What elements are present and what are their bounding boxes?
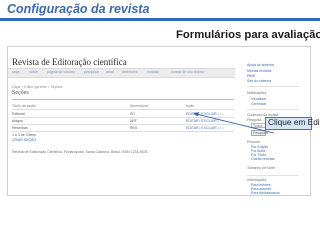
journal-footer: Revista de Editoração Científica, Floria… bbox=[12, 150, 149, 154]
edit-section-actions[interactable]: EDITAR | EXCLUIR | ↑ ↓ bbox=[186, 119, 224, 123]
column-header-abbrev: Abreviatura bbox=[130, 104, 148, 108]
edit-section-actions[interactable]: EDITAR | EXCLUIR | ↑ ↓ bbox=[186, 112, 224, 116]
notifications-heading: Notificações bbox=[247, 91, 267, 95]
journal-title: Revista de Editoração científica bbox=[12, 57, 127, 67]
search-scope-value: Todos bbox=[253, 124, 263, 128]
slide-title: Configuração da revista bbox=[7, 2, 150, 16]
nav-item-archives[interactable]: anteriores bbox=[122, 70, 138, 74]
nav-bar: capa sobre página do usuário pesquisar a… bbox=[8, 68, 235, 78]
table-row-title: Artigos bbox=[12, 119, 23, 123]
table-divider bbox=[12, 124, 234, 125]
other-journals-link[interactable]: Outras revistas bbox=[251, 157, 275, 161]
heading-divider bbox=[12, 99, 234, 100]
slide-subtitle: Formulários para avaliação bbox=[176, 29, 320, 41]
table-row-title: Editorial bbox=[12, 112, 25, 116]
breadcrumb: Capa > Editor-gerente > Seções bbox=[12, 85, 63, 89]
table-row-abbrev: RES bbox=[130, 126, 138, 130]
sidebar-divider bbox=[247, 86, 299, 87]
profile-link[interactable]: Perfil bbox=[247, 74, 255, 78]
edit-section-actions[interactable]: EDITAR | EXCLUIR | ↑ ↓ bbox=[186, 126, 224, 130]
notifications-manage-link[interactable]: Gerenciar bbox=[251, 102, 266, 106]
nav-item-user-home[interactable]: página do usuário bbox=[47, 70, 75, 74]
table-divider bbox=[12, 109, 234, 110]
column-header-action: Ação bbox=[186, 104, 194, 108]
sidebar-divider bbox=[247, 109, 299, 110]
info-librarians-link[interactable]: Para bibliotecários bbox=[251, 191, 280, 195]
help-link[interactable]: Ajuda do sistema bbox=[247, 63, 274, 67]
sidebar-divider bbox=[247, 175, 299, 176]
logout-link[interactable]: Sair do sistema bbox=[247, 79, 271, 83]
table-row-abbrev: ED bbox=[130, 112, 135, 116]
information-heading: Informações bbox=[247, 178, 267, 182]
slide-title-rule bbox=[0, 18, 320, 21]
table-row-abbrev: ART bbox=[130, 119, 137, 123]
nav-item-current[interactable]: atual bbox=[106, 70, 114, 74]
table-divider bbox=[12, 131, 234, 132]
my-journals-link[interactable]: Minhas revistas bbox=[247, 69, 271, 73]
search-button-label: Pesquisar bbox=[253, 131, 269, 135]
pagination-info: 1 a 3 de 3 itens bbox=[12, 133, 36, 137]
nav-item-about[interactable]: sobre bbox=[29, 70, 38, 74]
page-title: Seções bbox=[12, 90, 29, 96]
nav-item-announcements[interactable]: notícias bbox=[147, 70, 159, 74]
table-row-title: Resenhas bbox=[12, 126, 28, 130]
nav-item-search[interactable]: pesquisar bbox=[84, 70, 99, 74]
notifications-view-link[interactable]: Visualizar bbox=[251, 97, 266, 101]
create-section-link[interactable]: CRIAR SEÇÃO bbox=[12, 138, 36, 142]
column-header-title: Título da seção bbox=[12, 104, 36, 108]
font-size-label: Tamanho de fonte bbox=[247, 166, 276, 170]
callout-text: Clique em Editar. bbox=[268, 117, 320, 127]
nav-item-courses[interactable]: cursos de uso teórico bbox=[171, 70, 204, 74]
nav-item-home[interactable]: capa bbox=[12, 70, 20, 74]
search-label: Pesquisa bbox=[247, 118, 262, 122]
table-divider bbox=[12, 117, 234, 118]
browse-label: Procurar bbox=[247, 140, 261, 144]
search-button[interactable]: Pesquisar bbox=[251, 130, 269, 136]
